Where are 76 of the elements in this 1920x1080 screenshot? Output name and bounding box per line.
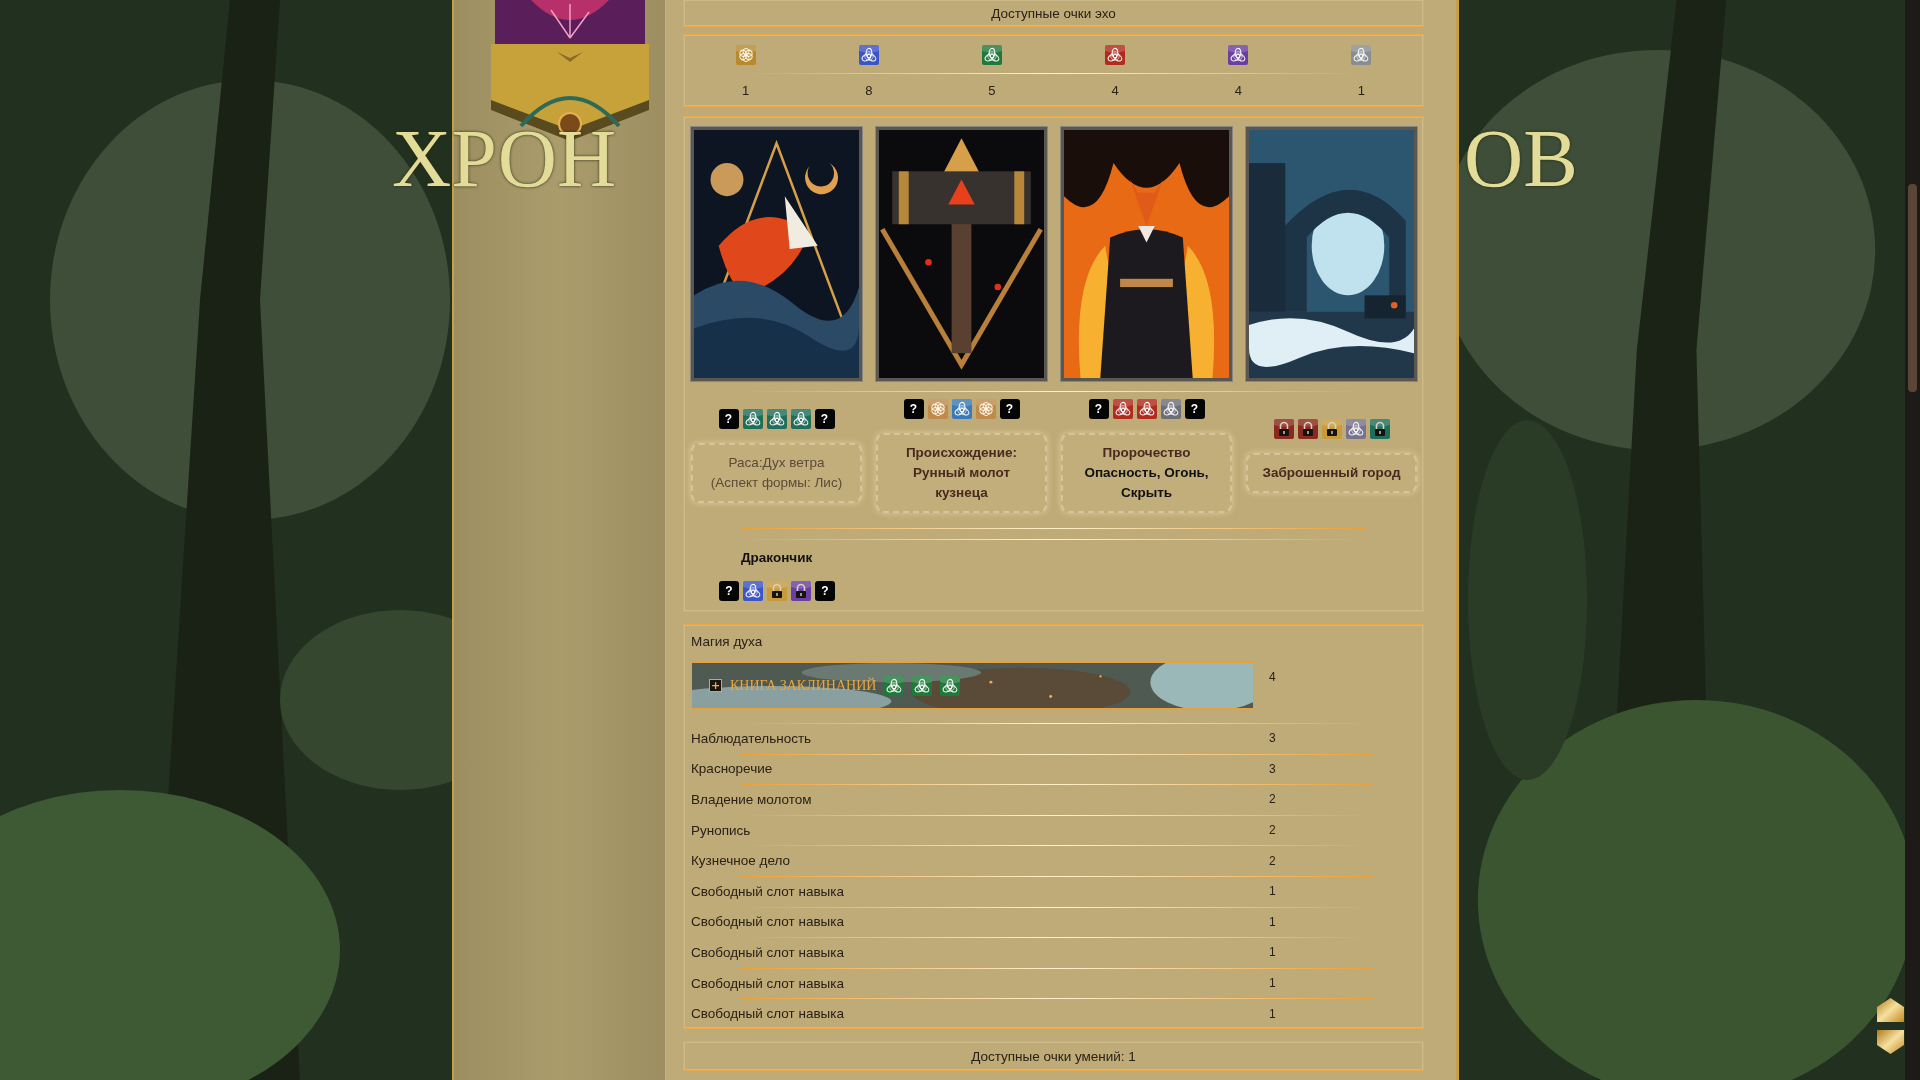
section-heading: Магия духа [691, 633, 764, 651]
rune-icon[interactable] [1345, 419, 1366, 439]
question-tile[interactable]: ? [814, 409, 835, 429]
rune-icon[interactable] [940, 675, 961, 696]
question-tile[interactable]: ? [999, 399, 1020, 419]
card-caption: Происхождение: Рунный молот кузнеца [904, 444, 1019, 502]
skill-value: 1 [1269, 914, 1277, 929]
rune-icon[interactable] [951, 399, 972, 419]
spellbook-title: КНИГА ЗАКЛИНАНИЙ [730, 677, 877, 694]
rune-icon[interactable] [766, 409, 787, 429]
expand-toggle[interactable]: + [709, 679, 722, 692]
card-caption: Пророчество [1102, 444, 1191, 462]
echo-count: 4 [1111, 83, 1119, 99]
padlock-icon[interactable] [1297, 419, 1318, 439]
scrollbar-thumb[interactable] [1908, 184, 1917, 392]
rune-icon[interactable] [912, 675, 933, 696]
padlock-icon[interactable] [791, 581, 811, 601]
rune-icon[interactable] [1160, 399, 1181, 419]
question-tile[interactable]: ? [1184, 399, 1205, 419]
scroll-down-button[interactable] [1877, 1030, 1904, 1054]
flower-icon[interactable] [927, 399, 948, 419]
skill-value: 3 [1269, 761, 1277, 776]
rune-icon[interactable] [1112, 399, 1133, 419]
rune-icon[interactable] [742, 409, 763, 429]
question-tile[interactable]: ? [1088, 399, 1109, 419]
padlock-icon[interactable] [1321, 419, 1342, 439]
question-tile[interactable]: ? [903, 399, 924, 419]
skill-value: 2 [1269, 792, 1277, 807]
companion-name: Дракончик [741, 549, 814, 567]
rune-icon[interactable] [790, 409, 811, 429]
skill-value: 1 [1269, 884, 1277, 899]
spellbook-bar[interactable]: + КНИГА ЗАКЛИНАНИЙ [691, 662, 1254, 709]
skill-name: Свободный слот навыка [691, 975, 846, 991]
rune-icon[interactable] [1105, 45, 1126, 65]
skill-name: Наблюдательность [691, 730, 813, 746]
skill-name: Свободный слот навыка [691, 883, 846, 899]
echo-count: 4 [1234, 83, 1242, 99]
rune-icon[interactable] [743, 581, 763, 601]
skill-name: Красноречие [691, 761, 774, 777]
skill-name: Свободный слот навыка [691, 944, 846, 960]
padlock-icon[interactable] [1273, 419, 1294, 439]
skill-name: Владение молотом [691, 792, 813, 807]
echo-count: 1 [741, 83, 750, 99]
skill-value: 2 [1269, 823, 1277, 838]
skill-value: 1 [1269, 976, 1277, 991]
rune-icon[interactable] [858, 45, 879, 65]
rune-icon[interactable] [1228, 45, 1249, 65]
padlock-icon[interactable] [1369, 419, 1390, 439]
flower-icon[interactable] [735, 45, 756, 65]
skill-value: 1 [1269, 1006, 1277, 1021]
question-tile[interactable]: ? [815, 581, 835, 601]
card-caption: Раса:Дух ветра (Аспект формы: Лис) [709, 454, 844, 492]
skill-name: Свободный слот навыка [691, 914, 846, 930]
skill-value: 2 [1269, 853, 1277, 868]
skill-value: 3 [1269, 731, 1277, 746]
rune-icon[interactable] [884, 675, 905, 696]
echo-count: 5 [988, 83, 996, 99]
rune-icon[interactable] [981, 45, 1002, 65]
rune-icon[interactable] [1136, 399, 1157, 419]
skill-name: Свободный слот навыка [691, 1006, 846, 1022]
padlock-icon[interactable] [767, 581, 787, 601]
skill-points-label: Доступные очки умений: 1 [971, 1048, 1136, 1064]
question-tile[interactable]: ? [718, 409, 739, 429]
skill-value: 4 [1269, 670, 1276, 686]
echo-count: 8 [865, 83, 873, 99]
echo-points-heading: Доступные очки эхо [991, 5, 1116, 21]
question-tile[interactable]: ? [719, 581, 739, 601]
card-caption: Заброшенный город [1262, 464, 1401, 482]
skill-name: Рунопись [691, 822, 752, 838]
echo-count: 1 [1357, 83, 1365, 99]
flower-icon[interactable] [975, 399, 996, 419]
site-title: ОВ [1464, 118, 1578, 200]
skill-value: 1 [1269, 945, 1277, 960]
skill-name: Кузнечное дело [691, 853, 792, 869]
card-caption: Опасность, Огонь, Скрыть [1083, 464, 1210, 502]
scroll-up-button[interactable] [1877, 998, 1904, 1022]
